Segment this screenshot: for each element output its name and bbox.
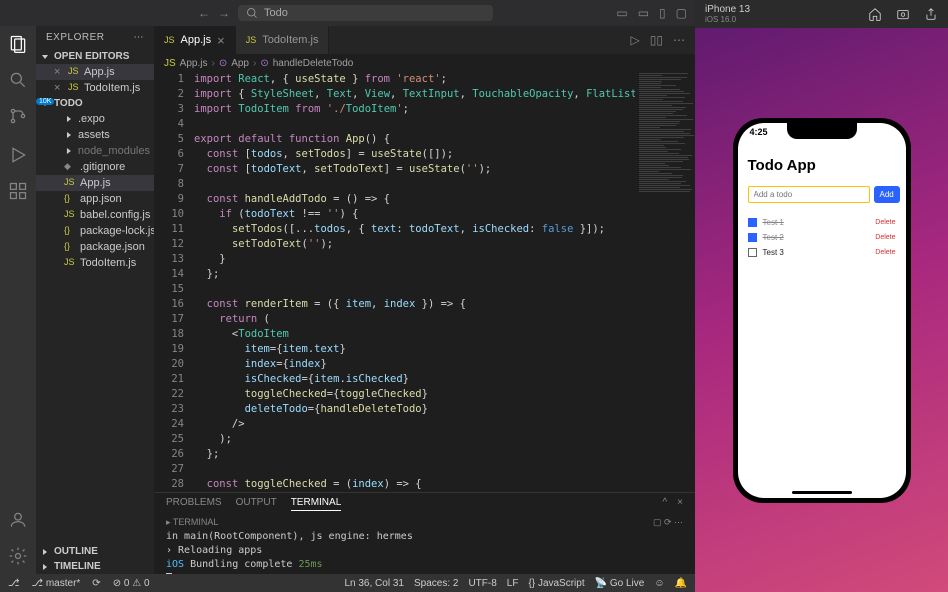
open-editor-item[interactable]: ×JSTodoItem.js <box>36 80 154 96</box>
device-frame: 4:25 Todo App Add Test 1DeleteTest 2Dele… <box>733 118 911 503</box>
file-tree-item[interactable]: {}package-lock.json <box>36 223 154 239</box>
todo-item: Test 3 Delete <box>748 245 896 260</box>
customize-layout-icon[interactable]: ▢ <box>676 6 687 20</box>
share-icon[interactable] <box>924 7 938 21</box>
breadcrumb[interactable]: JS App.js› ⊙ App› ⊙ handleDeleteTodo <box>154 54 695 72</box>
project-section[interactable]: TODO <box>36 96 154 111</box>
file-tree-item[interactable]: {}app.json <box>36 191 154 207</box>
title-bar: ← → Todo ▭ ▭ ▯ ▢ <box>0 0 695 26</box>
command-center-search[interactable]: Todo <box>238 5 493 21</box>
file-tree-item[interactable]: .expo <box>36 111 154 127</box>
search-icon[interactable] <box>8 70 28 90</box>
accounts-icon[interactable] <box>8 510 28 530</box>
nav-forward-icon[interactable]: → <box>218 6 230 20</box>
go-live[interactable]: 📡 Go Live <box>595 578 645 589</box>
simulator-toolbar: iPhone 13 iOS 16.0 <box>695 0 948 28</box>
todo-text: Test 2 <box>763 233 784 242</box>
delete-button[interactable]: Delete <box>875 219 895 226</box>
activity-bar: 10K <box>0 26 36 574</box>
todo-text: Test 1 <box>763 218 784 227</box>
notifications-icon[interactable]: 🔔 <box>675 578 687 589</box>
cursor-position[interactable]: Ln 36, Col 31 <box>344 578 404 589</box>
search-icon <box>246 7 258 19</box>
open-editor-item[interactable]: ×JSApp.js <box>36 64 154 80</box>
run-icon[interactable]: ▷ <box>631 33 640 47</box>
problems-status[interactable]: ⊘ 0 ⚠ 0 <box>113 578 150 589</box>
eol[interactable]: LF <box>507 578 519 589</box>
nav-back-icon[interactable]: ← <box>198 6 210 20</box>
file-tree-item[interactable]: assets <box>36 127 154 143</box>
encoding[interactable]: UTF-8 <box>468 578 496 589</box>
editor-tab[interactable]: JSApp.js× <box>154 26 236 54</box>
editor-tabs: JSApp.js×JSTodoItem.js ▷ ▯▯ ⋯ <box>154 26 695 54</box>
home-icon[interactable] <box>868 7 882 21</box>
outline-section[interactable]: OUTLINE <box>36 544 154 559</box>
source-control-icon[interactable] <box>8 106 28 126</box>
timeline-section[interactable]: TIMELINE <box>36 559 154 574</box>
output-tab[interactable]: OUTPUT <box>236 497 277 511</box>
explorer-title: EXPLORER <box>46 32 104 43</box>
file-tree-item[interactable]: node_modules <box>36 143 154 159</box>
sidebar-toggle-icon[interactable]: ▯ <box>659 6 666 20</box>
checkbox[interactable] <box>748 218 757 227</box>
terminal-tab[interactable]: TERMINAL <box>291 497 342 511</box>
file-tree-item[interactable]: JSTodoItem.js <box>36 255 154 271</box>
explorer-sidebar: EXPLORER ⋯ OPEN EDITORS ×JSApp.js×JSTodo… <box>36 26 154 574</box>
file-tree-item[interactable]: {}package.json <box>36 239 154 255</box>
editor-more-icon[interactable]: ⋯ <box>673 33 685 47</box>
panel-close-icon[interactable]: × <box>677 497 683 511</box>
split-editor-icon[interactable]: ▯▯ <box>650 33 663 47</box>
todo-item: Test 2 Delete <box>748 230 896 245</box>
device-name: iPhone 13 <box>705 4 750 15</box>
delete-button[interactable]: Delete <box>875 234 895 241</box>
sync-icon[interactable]: ⟳ <box>92 578 100 589</box>
terminal-label: TERMINAL <box>173 517 219 527</box>
feedback-icon[interactable]: ☺ <box>654 578 664 589</box>
explorer-more-icon[interactable]: ⋯ <box>134 32 145 43</box>
status-bar: ⎇ ⎇ master* ⟳ ⊘ 0 ⚠ 0 Ln 36, Col 31 Spac… <box>0 574 695 592</box>
problems-tab[interactable]: PROBLEMS <box>166 497 222 511</box>
language-mode[interactable]: {} JavaScript <box>528 578 584 589</box>
todo-text: Test 3 <box>763 248 784 257</box>
delete-button[interactable]: Delete <box>875 249 895 256</box>
checkbox[interactable] <box>748 233 757 242</box>
file-tree-item[interactable]: JSbabel.config.js <box>36 207 154 223</box>
notch <box>787 123 857 139</box>
minimap[interactable] <box>635 72 695 492</box>
checkbox[interactable] <box>748 248 757 257</box>
code-editor[interactable]: 1234567891011121314151617181920212223242… <box>154 72 695 492</box>
run-debug-icon[interactable] <box>8 145 28 165</box>
indentation[interactable]: Spaces: 2 <box>414 578 458 589</box>
file-tree-item[interactable]: JSApp.js <box>36 175 154 191</box>
open-editors-section[interactable]: OPEN EDITORS <box>36 49 154 64</box>
extensions-icon[interactable] <box>8 181 28 201</box>
explorer-icon[interactable] <box>8 34 28 54</box>
scm-badge: 10K <box>36 98 54 105</box>
file-tree-item[interactable]: ◆.gitignore <box>36 159 154 175</box>
device-os: iOS 16.0 <box>705 15 750 24</box>
simulator-pane: iPhone 13 iOS 16.0 4:25 Todo App Add Tes… <box>695 0 948 592</box>
editor-tab[interactable]: JSTodoItem.js <box>236 26 330 54</box>
panel-toggle-icon[interactable]: ▭ <box>638 6 649 20</box>
git-branch[interactable]: ⎇ master* <box>32 578 81 589</box>
screenshot-icon[interactable] <box>896 7 910 21</box>
search-text: Todo <box>264 7 288 19</box>
bottom-panel: PROBLEMS OUTPUT TERMINAL ^ × ▸ TERMINAL … <box>154 492 695 574</box>
terminal-actions[interactable]: ▢ ⟳ ⋯ <box>653 517 683 528</box>
panel-maximize-icon[interactable]: ^ <box>662 497 667 511</box>
todo-item: Test 1 Delete <box>748 215 896 230</box>
app-title: Todo App <box>748 157 896 174</box>
add-button[interactable]: Add <box>874 186 900 203</box>
todo-input[interactable] <box>748 186 870 203</box>
remote-icon[interactable]: ⎇ <box>8 578 20 589</box>
home-indicator[interactable] <box>792 491 852 494</box>
layout-icon[interactable]: ▭ <box>616 6 627 20</box>
settings-gear-icon[interactable] <box>8 546 28 566</box>
